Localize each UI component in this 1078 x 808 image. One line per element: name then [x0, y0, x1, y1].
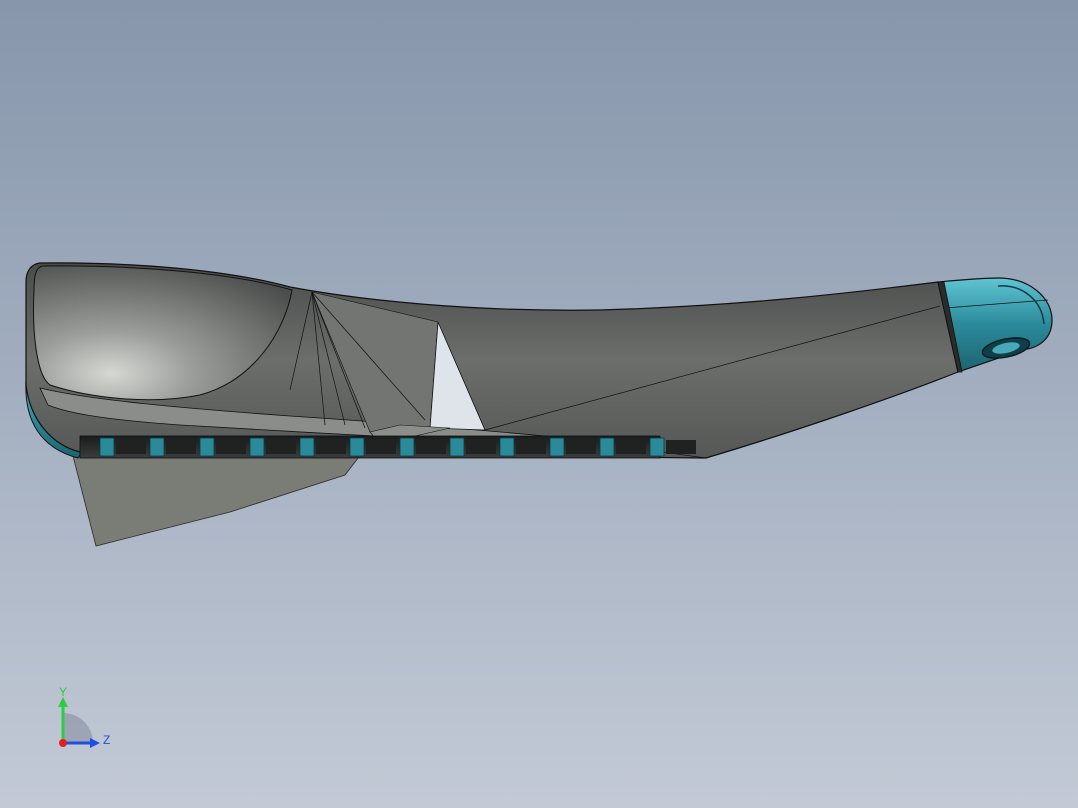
z-axis-label: Z — [103, 733, 110, 747]
vent-slot — [566, 440, 596, 454]
vent-slot — [216, 440, 246, 454]
vent-slot — [116, 440, 146, 454]
vent-slot — [516, 440, 546, 454]
vent-rib — [449, 437, 465, 457]
cad-model-view[interactable] — [0, 0, 1078, 808]
graphics-viewport[interactable]: Y Z — [0, 0, 1078, 808]
vent-slot — [266, 440, 296, 454]
vent-rib — [199, 437, 215, 457]
vent-slot — [316, 440, 346, 454]
vent-rib — [399, 437, 415, 457]
vent-rib — [99, 437, 115, 457]
triad-quadrant — [63, 713, 93, 743]
vent-rib — [499, 437, 515, 457]
z-axis-arrow-icon — [90, 738, 100, 748]
vent-slot — [366, 440, 396, 454]
vent-rib — [599, 437, 615, 457]
vent-slot — [616, 440, 646, 454]
vent-slot — [166, 440, 196, 454]
vent-rib — [349, 437, 365, 457]
vent-slot — [416, 440, 446, 454]
x-axis-dot-icon — [59, 739, 67, 747]
vent-slot — [666, 440, 696, 454]
vent-rib — [249, 437, 265, 457]
vent-slot — [466, 440, 496, 454]
vent-rib — [299, 437, 315, 457]
coordinate-triad-icon: Y Z — [58, 685, 110, 748]
vent-rib — [149, 437, 165, 457]
y-axis-label: Y — [59, 685, 67, 699]
vent-rib — [649, 437, 665, 457]
vent-rib — [549, 437, 565, 457]
